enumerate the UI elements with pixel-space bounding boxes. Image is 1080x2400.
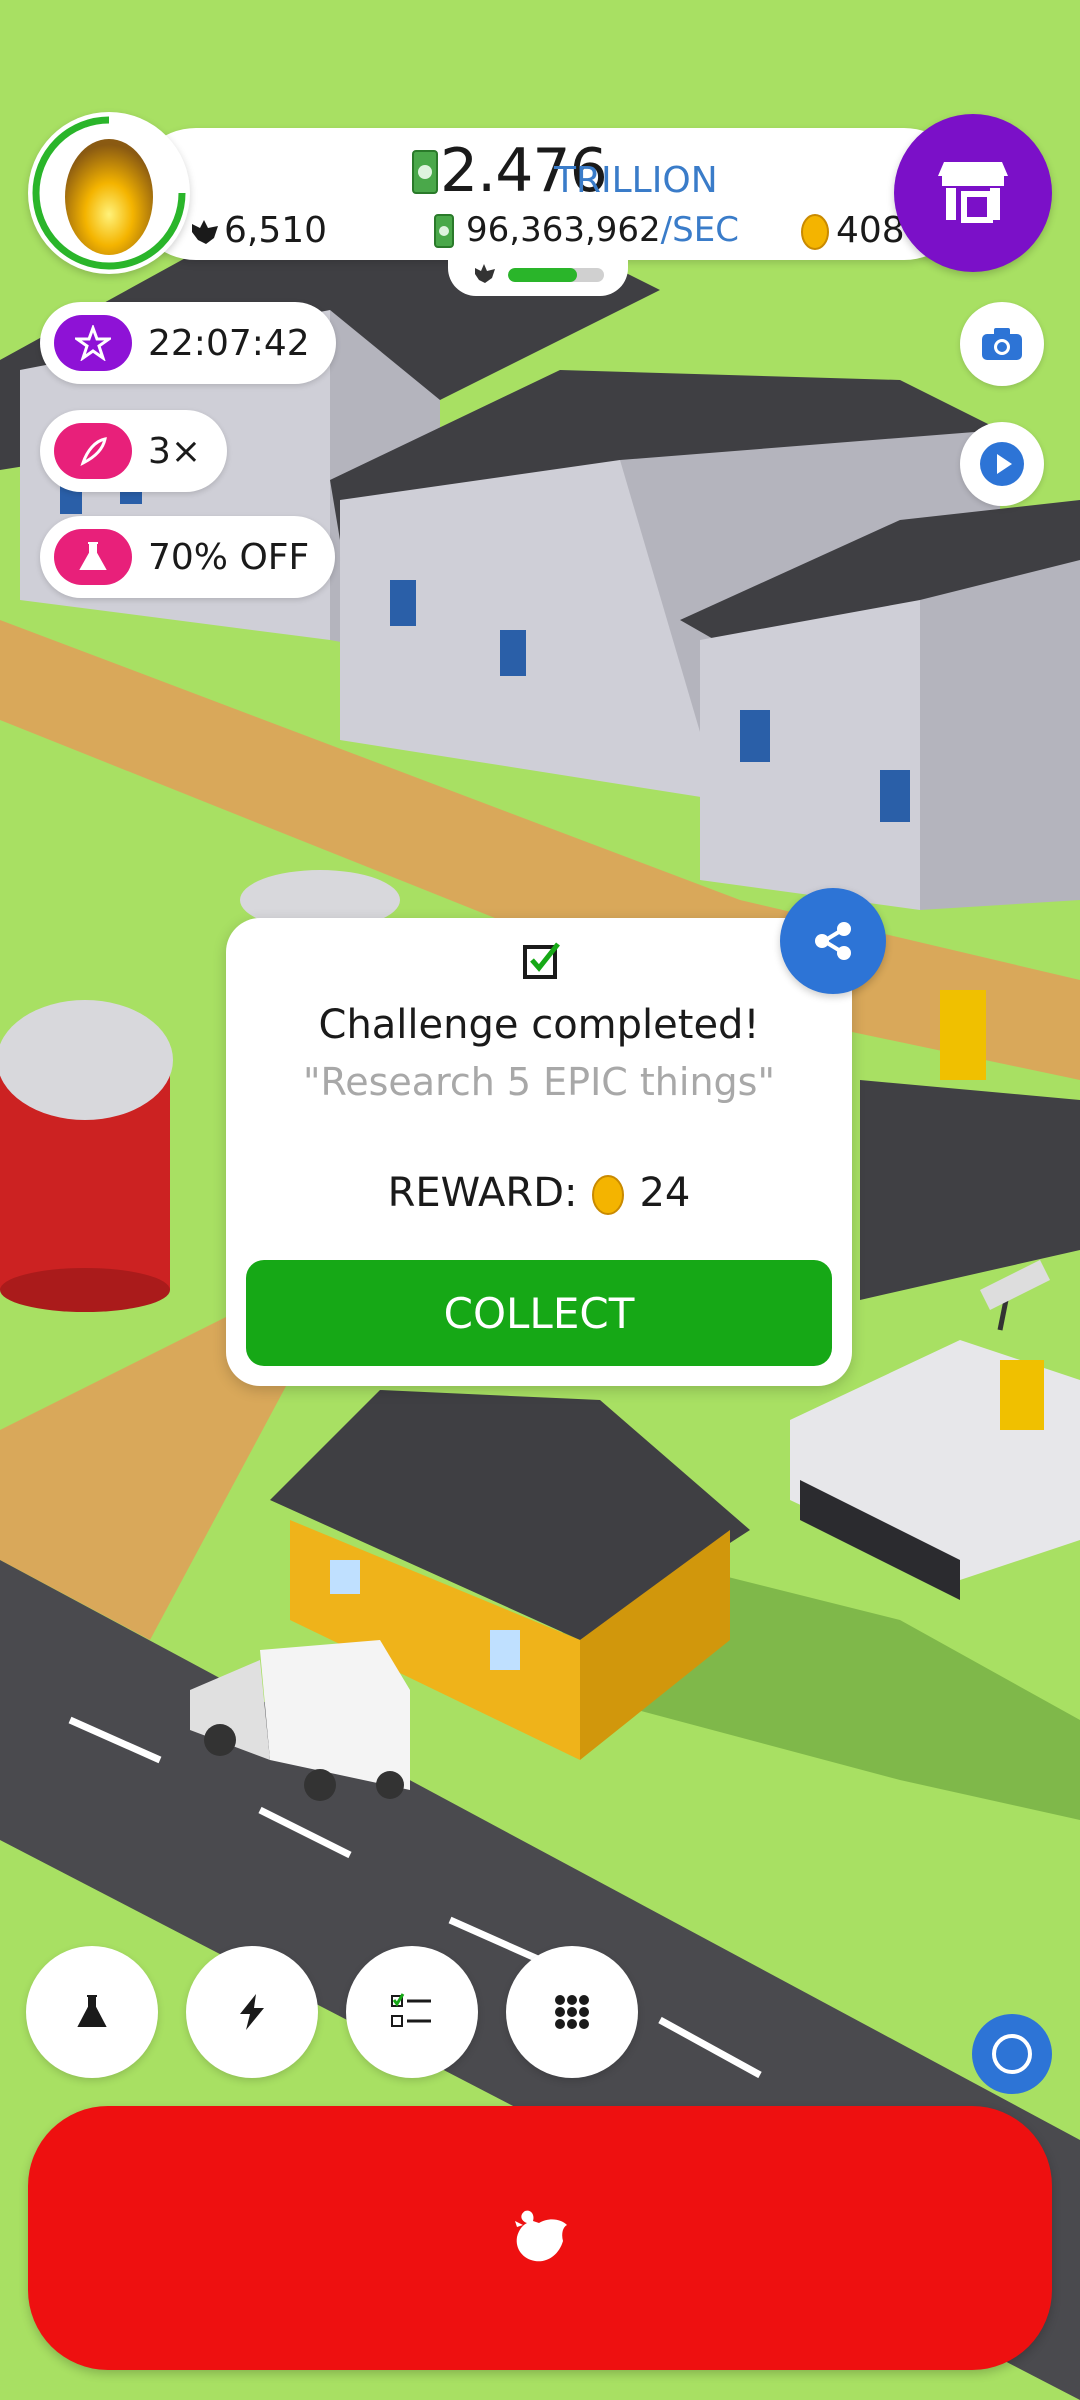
challenge-dialog: Challenge completed! "Research 5 EPIC th… [226, 918, 852, 1386]
checkbox-checked-icon [522, 940, 562, 984]
hatch-chicken-button[interactable] [28, 2106, 1052, 2370]
dialog-title: Challenge completed! [318, 1002, 760, 1048]
boost-timer-label: 22:07:42 [148, 322, 310, 364]
cash-small-icon [434, 214, 454, 252]
assist-button[interactable] [972, 2014, 1052, 2094]
golden-egg-icon [65, 139, 153, 255]
small-chicken-icon [472, 260, 498, 290]
chicken-icon [188, 214, 222, 252]
chicken-icon [515, 2210, 567, 2262]
golden-egg-icon [592, 1175, 625, 1215]
money-unit: TRILLION [554, 160, 718, 201]
shop-button[interactable] [894, 114, 1052, 272]
reward-amount: 24 [639, 1170, 691, 1216]
star-icon [54, 315, 132, 371]
circle-icon [992, 2034, 1032, 2074]
checklist-icon [391, 1993, 431, 2027]
share-button[interactable] [780, 888, 886, 994]
challenges-button[interactable] [346, 1946, 478, 2078]
egg-button[interactable] [28, 112, 190, 274]
video-ad-button[interactable] [960, 422, 1044, 506]
boost-timer-pill[interactable]: 22:07:42 [40, 302, 336, 384]
shop-icon [938, 162, 1008, 223]
earning-rate: 96,363,962/SEC [466, 210, 739, 250]
flask-icon [54, 529, 132, 585]
research-discount-pill[interactable]: 70% OFF [40, 516, 336, 598]
collect-button[interactable]: COLLECT [246, 1260, 832, 1366]
play-icon [980, 442, 1024, 486]
hab-progress [448, 248, 628, 296]
hab-progress-fill [508, 268, 578, 282]
reward-label: REWARD: [387, 1170, 578, 1216]
research-button[interactable] [26, 1946, 158, 2078]
reward-row: REWARD: 24 [226, 1170, 852, 1216]
chicken-count: 6,510 [224, 210, 328, 251]
grid-icon [555, 1995, 589, 2029]
flask-icon [77, 1995, 107, 2027]
challenge-description: "Research 5 EPIC things" [303, 1060, 775, 1104]
boost-button[interactable] [186, 1946, 318, 2078]
cash-icon [412, 150, 438, 198]
camera-button[interactable] [960, 302, 1044, 386]
menu-button[interactable] [506, 1946, 638, 2078]
hab-progress-bar [508, 268, 604, 282]
feather-icon [54, 423, 132, 479]
discount-label: 70% OFF [148, 536, 310, 578]
multiplier-pill[interactable]: 3× [40, 410, 228, 492]
golden-egg-small-icon [800, 210, 830, 254]
share-icon [815, 922, 851, 960]
lightning-icon [240, 1994, 264, 2030]
camera-icon [982, 328, 1022, 360]
multiplier-label: 3× [148, 430, 202, 472]
